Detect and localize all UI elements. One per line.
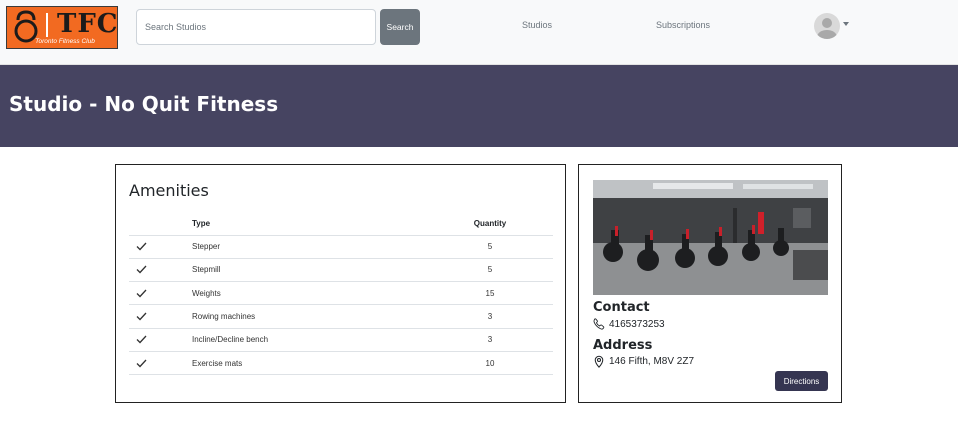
contact-phone: 4165373253 (593, 318, 665, 330)
directions-button[interactable]: Directions (775, 371, 828, 391)
amenity-quantity: 15 (427, 281, 553, 306)
navbar: TFC Toronto Fitness Club Search Studios … (0, 0, 958, 65)
table-row: Rowing machines 3 (129, 304, 553, 329)
amenity-quantity: 3 (427, 304, 553, 329)
map-pin-icon (594, 355, 604, 368)
amenity-type: Stepper (192, 235, 427, 259)
table-row: Stepmill 5 (129, 258, 553, 283)
chevron-down-icon[interactable] (843, 22, 849, 26)
amenity-quantity: 10 (427, 351, 553, 376)
page-header: Studio - No Quit Fitness (0, 65, 958, 147)
contact-heading: Contact (593, 300, 650, 315)
amenity-quantity: 5 (427, 258, 553, 283)
logo-mark: TFC (57, 9, 119, 39)
check-icon (129, 328, 192, 352)
column-header-quantity: Quantity (427, 213, 553, 236)
table-row: Exercise mats 10 (129, 351, 553, 376)
address-heading: Address (593, 338, 653, 353)
search-button[interactable]: Search (380, 9, 420, 45)
amenities-table: Type Quantity Stepper 5 Stepmill 5 Weights 15… (129, 213, 553, 376)
amenities-card: Amenities Type Quantity Stepper 5 Stepmill… (115, 164, 566, 403)
table-row: Stepper 5 (129, 235, 553, 259)
amenity-quantity: 3 (427, 328, 553, 352)
amenity-type: Stepmill (192, 258, 427, 283)
studio-info-card: Contact 4165373253 Address 146 Fifth, M8… (578, 164, 842, 403)
nav-link-studios[interactable]: Studios (522, 20, 552, 30)
check-icon (129, 235, 192, 259)
amenities-title: Amenities (129, 181, 209, 200)
check-icon (129, 281, 192, 306)
amenity-type: Exercise mats (192, 351, 427, 376)
table-row: Weights 15 (129, 281, 553, 306)
table-header-row: Type Quantity (129, 213, 553, 236)
page-title: Studio - No Quit Fitness (9, 92, 279, 116)
studio-photo (593, 180, 828, 295)
nav-link-subscriptions[interactable]: Subscriptions (656, 20, 710, 30)
table-row: Incline/Decline bench 3 (129, 328, 553, 352)
amenity-quantity: 5 (427, 235, 553, 259)
phone-icon (593, 318, 605, 330)
amenity-type: Weights (192, 281, 427, 306)
check-icon (129, 304, 192, 329)
tfc-logo[interactable]: TFC Toronto Fitness Club (6, 6, 118, 49)
phone-number: 4165373253 (609, 318, 665, 330)
amenity-type: Rowing machines (192, 304, 427, 329)
address-text: 146 Fifth, M8V 2Z7 (609, 356, 695, 367)
logo-tagline: Toronto Fitness Club (35, 38, 95, 45)
studio-address: 146 Fifth, M8V 2Z7 (593, 355, 694, 368)
check-icon (129, 258, 192, 283)
check-icon (129, 351, 192, 376)
amenity-type: Incline/Decline bench (192, 328, 427, 352)
column-header-type: Type (192, 213, 427, 236)
user-avatar-icon[interactable] (814, 13, 840, 39)
search-input[interactable] (136, 9, 376, 45)
